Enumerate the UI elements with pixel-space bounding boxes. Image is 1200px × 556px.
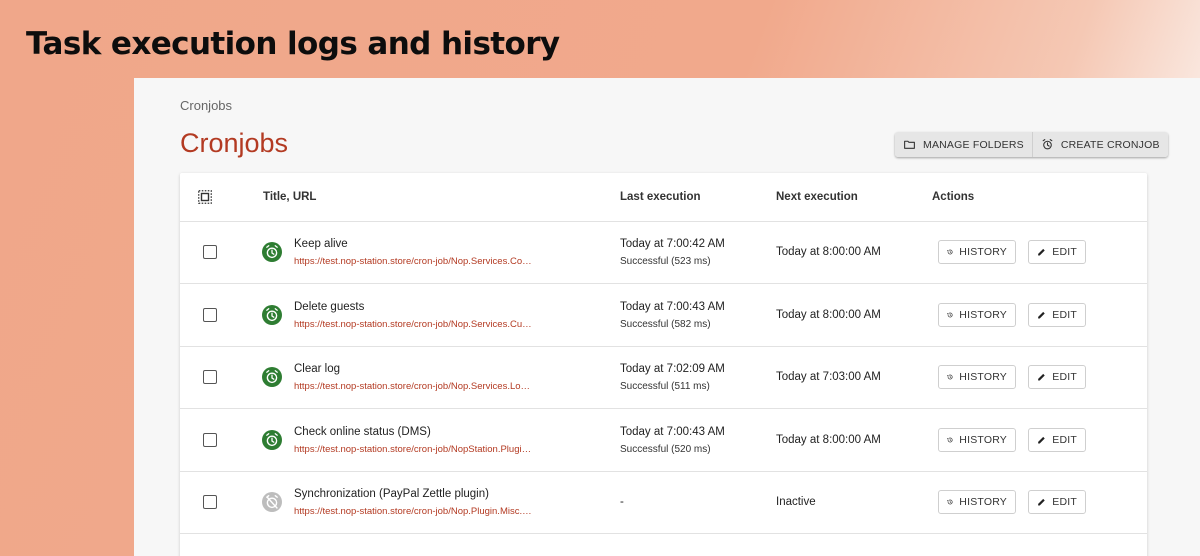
history-button[interactable]: HISTORY bbox=[938, 427, 1016, 452]
breadcrumb[interactable]: Cronjobs bbox=[180, 98, 232, 113]
last-execution-result: Successful (582 ms) bbox=[620, 318, 711, 330]
history-label: HISTORY bbox=[959, 433, 1007, 446]
history-label: HISTORY bbox=[959, 371, 1007, 383]
last-execution-time: - bbox=[620, 496, 624, 508]
task-title: Clear log bbox=[294, 363, 341, 375]
task-url[interactable]: https://test.nop-station.store/cron-job/… bbox=[294, 444, 534, 455]
history-button[interactable]: HISTORY bbox=[938, 365, 1016, 389]
edit-button[interactable]: EDIT bbox=[1028, 490, 1086, 514]
history-label: HISTORY bbox=[959, 496, 1007, 508]
task-title: Synchronization (PayPal Zettle plugin) bbox=[294, 488, 489, 500]
last-execution-result: Successful (520 ms) bbox=[620, 443, 711, 455]
task-url[interactable]: https://test.nop-station.store/cron-job/… bbox=[294, 256, 534, 267]
task-url[interactable]: https://test.nop-station.store/cron-job/… bbox=[294, 506, 534, 517]
row-checkbox[interactable] bbox=[203, 495, 217, 509]
task-url[interactable]: https://test.nop-station.store/cron-job/… bbox=[294, 319, 534, 330]
last-execution-result: Successful (523 ms) bbox=[620, 256, 711, 267]
last-execution-time: Today at 7:00:43 AM bbox=[620, 300, 725, 313]
last-execution-time: Today at 7:02:09 AM bbox=[620, 363, 725, 375]
pencil-icon bbox=[1038, 373, 1045, 381]
edit-label: EDIT bbox=[1052, 371, 1077, 383]
edit-label: EDIT bbox=[1052, 308, 1077, 321]
table-row: Keep alive https://test.nop-station.stor… bbox=[180, 222, 1147, 284]
next-execution-time: Today at 8:00:00 AM bbox=[776, 308, 881, 321]
edit-button[interactable]: EDIT bbox=[1028, 302, 1086, 327]
table-row: Synchronization (PayPal Zettle plugin) h… bbox=[180, 472, 1147, 534]
edit-button[interactable]: EDIT bbox=[1028, 427, 1086, 452]
toolbar: MANAGE FOLDERS CREATE CRONJOB bbox=[895, 132, 1168, 157]
edit-button[interactable]: EDIT bbox=[1028, 365, 1086, 389]
row-checkbox[interactable] bbox=[203, 370, 217, 384]
pencil-icon bbox=[1038, 248, 1045, 256]
create-cronjob-button[interactable]: CREATE CRONJOB bbox=[1031, 132, 1168, 157]
edit-label: EDIT bbox=[1052, 246, 1077, 258]
cronjobs-table: Title, URL Last execution Next execution… bbox=[180, 173, 1147, 556]
alarm-clock-icon bbox=[262, 429, 282, 450]
folder-icon bbox=[904, 140, 915, 149]
history-label: HISTORY bbox=[959, 246, 1007, 258]
row-checkbox[interactable] bbox=[203, 307, 217, 322]
table-row: Clear log https://test.nop-station.store… bbox=[180, 347, 1147, 409]
history-button[interactable]: HISTORY bbox=[938, 490, 1016, 514]
task-title: Check online status (DMS) bbox=[294, 425, 431, 438]
history-icon bbox=[947, 374, 953, 380]
pencil-icon bbox=[1038, 436, 1045, 443]
column-next-execution: Next execution bbox=[776, 191, 858, 203]
history-button[interactable]: HISTORY bbox=[938, 302, 1016, 327]
manage-folders-label: MANAGE FOLDERS bbox=[923, 138, 1024, 151]
task-title: Keep alive bbox=[294, 238, 348, 250]
select-all-icon[interactable] bbox=[198, 190, 212, 204]
history-icon bbox=[947, 249, 953, 255]
next-execution-time: Inactive bbox=[776, 496, 816, 508]
manage-folders-button[interactable]: MANAGE FOLDERS bbox=[895, 132, 1032, 157]
history-label: HISTORY bbox=[959, 308, 1007, 321]
create-cronjob-label: CREATE CRONJOB bbox=[1060, 138, 1160, 151]
next-execution-time: Today at 8:00:00 AM bbox=[776, 246, 881, 258]
alarm-clock-icon bbox=[262, 242, 282, 262]
task-title: Delete guests bbox=[294, 300, 365, 313]
edit-button[interactable]: EDIT bbox=[1028, 240, 1086, 264]
cronjobs-panel: Cronjobs Cronjobs MANAGE FOLDERS CREATE … bbox=[134, 78, 1200, 556]
row-checkbox[interactable] bbox=[203, 432, 217, 447]
last-execution-time: Today at 7:00:42 AM bbox=[620, 238, 725, 250]
edit-label: EDIT bbox=[1052, 496, 1077, 508]
history-icon bbox=[947, 437, 953, 442]
page-title: Cronjobs bbox=[180, 128, 289, 158]
last-execution-result: Successful (511 ms) bbox=[620, 381, 710, 392]
table-row: Delete guests https://test.nop-station.s… bbox=[180, 285, 1147, 347]
table-header: Title, URL Last execution Next execution… bbox=[180, 173, 1147, 222]
table-row: Check online status (DMS) https://test.n… bbox=[180, 410, 1147, 472]
edit-label: EDIT bbox=[1052, 433, 1077, 446]
next-execution-time: Today at 7:03:00 AM bbox=[776, 371, 881, 383]
task-url[interactable]: https://test.nop-station.store/cron-job/… bbox=[294, 381, 534, 392]
column-title-url: Title, URL bbox=[263, 191, 317, 203]
row-checkbox[interactable] bbox=[203, 245, 217, 259]
alarm-clock-icon bbox=[262, 367, 282, 387]
history-button[interactable]: HISTORY bbox=[938, 240, 1016, 264]
alarm-clock-icon bbox=[262, 304, 282, 325]
column-actions: Actions bbox=[932, 191, 975, 203]
pencil-icon bbox=[1038, 498, 1045, 506]
history-icon bbox=[947, 312, 953, 317]
banner-title: Task execution logs and history bbox=[26, 26, 560, 62]
alarm-off-icon bbox=[262, 492, 282, 512]
column-last-execution: Last execution bbox=[620, 191, 701, 203]
pencil-icon bbox=[1038, 311, 1045, 318]
last-execution-time: Today at 7:00:43 AM bbox=[620, 425, 725, 438]
alarm-clock-icon bbox=[1042, 139, 1053, 150]
history-icon bbox=[947, 499, 953, 505]
next-execution-time: Today at 8:00:00 AM bbox=[776, 433, 881, 446]
